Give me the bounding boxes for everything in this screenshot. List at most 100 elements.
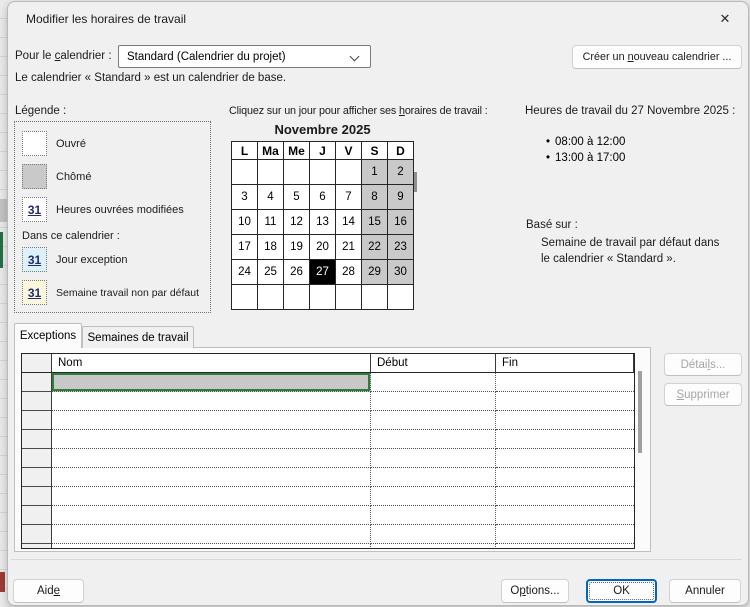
calendar-day-cell[interactable] (310, 285, 336, 310)
table-cell[interactable] (496, 487, 634, 506)
delete-button[interactable]: Supprimer (664, 383, 742, 406)
calendar-day-cell[interactable]: 4 (258, 185, 284, 210)
table-cell[interactable] (52, 487, 371, 506)
calendar-day-cell[interactable] (310, 160, 336, 185)
row-header-cell[interactable] (22, 487, 52, 506)
ok-button[interactable]: OK (586, 579, 657, 603)
calendar-day-cell[interactable]: 20 (310, 235, 336, 260)
table-cell[interactable] (496, 449, 634, 468)
calendar-day-cell[interactable]: 11 (258, 210, 284, 235)
row-header-cell[interactable] (22, 506, 52, 525)
calendar-scrollbar-thumb[interactable] (414, 172, 417, 192)
table-cell[interactable] (52, 506, 371, 525)
legend-item-exception-day: 31 Jour exception (22, 247, 128, 272)
calendar-day-cell[interactable]: 16 (388, 210, 414, 235)
table-cell[interactable] (52, 373, 371, 392)
calendar-day-cell[interactable]: 21 (336, 235, 362, 260)
calendar-day-cell[interactable]: 7 (336, 185, 362, 210)
calendar-day-cell[interactable]: 30 (388, 260, 414, 285)
table-cell[interactable] (371, 430, 496, 449)
column-header-debut[interactable]: Début (371, 354, 496, 373)
calendar-day-cell[interactable]: 9 (388, 185, 414, 210)
calendar-day-cell[interactable]: 3 (232, 185, 258, 210)
calendar-day-cell[interactable]: 22 (362, 235, 388, 260)
row-header-cell[interactable] (22, 411, 52, 430)
table-cell[interactable] (52, 411, 371, 430)
table-cell[interactable] (371, 468, 496, 487)
calendar-day-cell[interactable]: 26 (284, 260, 310, 285)
column-header-nom[interactable]: Nom (52, 354, 371, 373)
row-header-cell[interactable] (22, 525, 52, 544)
table-cell[interactable] (52, 544, 371, 549)
table-cell[interactable] (371, 544, 496, 549)
calendar-day-cell[interactable]: 15 (362, 210, 388, 235)
calendar-day-cell[interactable] (258, 160, 284, 185)
create-new-calendar-button[interactable]: Créer un nouveau calendrier ... (572, 45, 742, 69)
calendar-day-cell[interactable]: 8 (362, 185, 388, 210)
table-cell[interactable] (496, 506, 634, 525)
calendar-day-cell[interactable]: 28 (336, 260, 362, 285)
table-cell[interactable] (496, 544, 634, 549)
calendar-day-cell[interactable]: 29 (362, 260, 388, 285)
calendar-day-cell[interactable] (232, 285, 258, 310)
calendar-day-cell[interactable] (284, 160, 310, 185)
calendar-select[interactable]: Standard (Calendrier du projet) (118, 45, 371, 68)
calendar-day-cell[interactable]: 24 (232, 260, 258, 285)
table-cell[interactable] (496, 411, 634, 430)
table-cell[interactable] (371, 506, 496, 525)
table-cell[interactable] (52, 525, 371, 544)
calendar-day-cell[interactable]: 18 (258, 235, 284, 260)
table-cell[interactable] (371, 411, 496, 430)
calendar-day-cell[interactable] (284, 285, 310, 310)
table-cell[interactable] (371, 392, 496, 411)
calendar-day-cell[interactable]: 13 (310, 210, 336, 235)
row-header-cell[interactable] (22, 373, 52, 392)
table-cell[interactable] (371, 487, 496, 506)
column-header-fin[interactable]: Fin (496, 354, 634, 373)
calendar-day-cell[interactable]: 2 (388, 160, 414, 185)
calendar-day-cell[interactable]: 25 (258, 260, 284, 285)
calendar-day-cell[interactable]: 6 (310, 185, 336, 210)
calendar-day-cell[interactable] (388, 285, 414, 310)
table-cell[interactable] (52, 392, 371, 411)
calendar-day-cell[interactable]: 17 (232, 235, 258, 260)
calendar-day-cell[interactable] (258, 285, 284, 310)
table-cell[interactable] (496, 525, 634, 544)
table-cell[interactable] (496, 373, 634, 392)
calendar-day-cell[interactable]: 27 (310, 260, 336, 285)
tab-exceptions[interactable]: Exceptions (14, 323, 82, 348)
row-header-cell[interactable] (22, 392, 52, 411)
table-cell[interactable] (371, 449, 496, 468)
row-header-cell[interactable] (22, 468, 52, 487)
table-cell[interactable] (52, 449, 371, 468)
calendar-day-cell[interactable]: 5 (284, 185, 310, 210)
table-cell[interactable] (52, 468, 371, 487)
table-cell[interactable] (52, 430, 371, 449)
row-header-cell[interactable] (22, 544, 52, 549)
close-button[interactable]: ✕ (710, 7, 740, 31)
legend-item-edited-hours: 31 Heures ouvrées modifiées (22, 197, 184, 222)
calendar-day-cell[interactable]: 1 (362, 160, 388, 185)
table-scrollbar-thumb[interactable] (638, 371, 642, 453)
table-cell[interactable] (496, 430, 634, 449)
row-header-cell[interactable] (22, 430, 52, 449)
calendar-day-cell[interactable] (336, 160, 362, 185)
row-header-cell[interactable] (22, 449, 52, 468)
calendar-day-cell[interactable]: 12 (284, 210, 310, 235)
calendar-day-cell[interactable] (232, 160, 258, 185)
calendar-day-cell[interactable]: 23 (388, 235, 414, 260)
calendar-day-cell[interactable] (362, 285, 388, 310)
calendar-day-cell[interactable]: 10 (232, 210, 258, 235)
table-cell[interactable] (496, 468, 634, 487)
details-button[interactable]: Détails... (664, 353, 742, 376)
options-button[interactable]: Options... (501, 579, 569, 603)
table-cell[interactable] (371, 373, 496, 392)
calendar-day-cell[interactable]: 14 (336, 210, 362, 235)
help-button[interactable]: Aide (13, 579, 84, 603)
calendar-day-cell[interactable]: 19 (284, 235, 310, 260)
table-cell[interactable] (371, 525, 496, 544)
calendar-day-cell[interactable] (336, 285, 362, 310)
cancel-button[interactable]: Annuler (669, 579, 741, 603)
table-cell[interactable] (496, 392, 634, 411)
tab-work-weeks[interactable]: Semaines de travail (82, 326, 194, 348)
